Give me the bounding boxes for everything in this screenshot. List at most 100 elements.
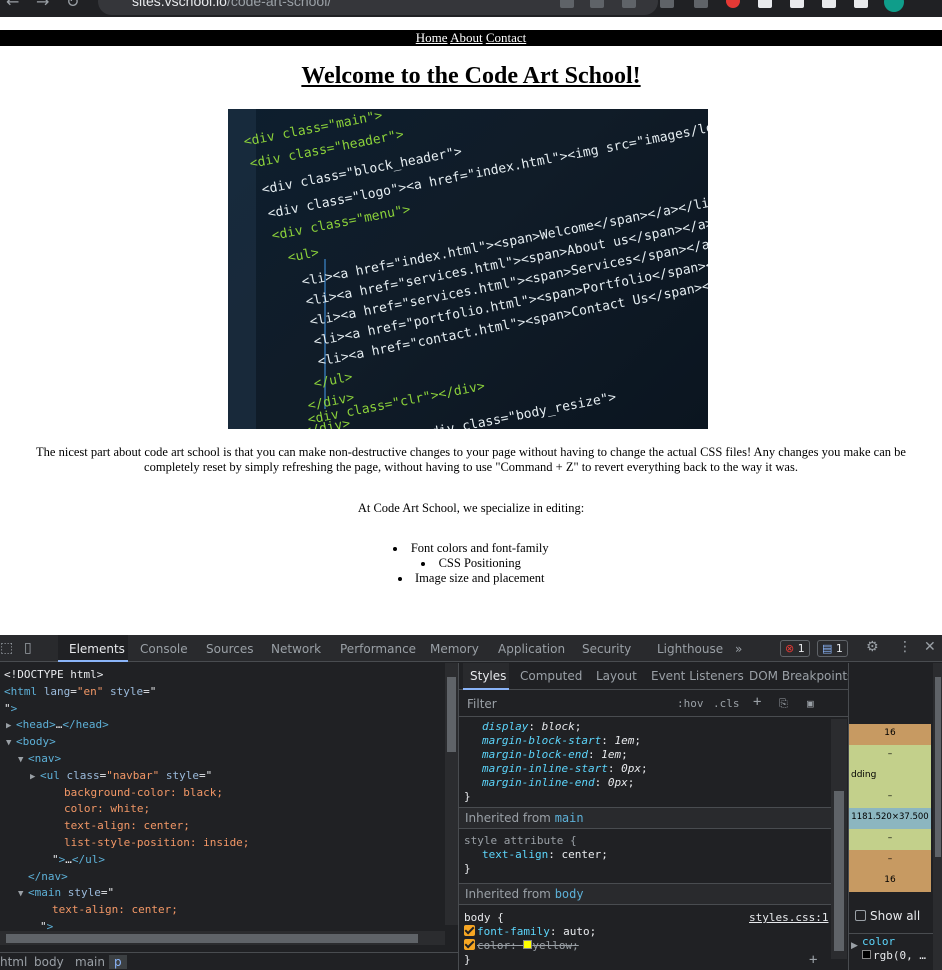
styles-scroll-thumb[interactable] — [834, 791, 844, 951]
media-icon[interactable] — [822, 0, 836, 8]
messages-badge[interactable]: ▤ 1 — [817, 640, 848, 657]
css-declaration[interactable]: color: yellow; — [464, 939, 579, 953]
tab-memory[interactable]: Memory — [430, 642, 479, 656]
box-model-pane: 16 – dding – 1181.520×37.500 – – 16 Show… — [848, 663, 942, 970]
source-link[interactable]: styles.css:1 — [749, 911, 828, 925]
address-bar[interactable]: sites.vschool.io/code-art-school/ — [98, 0, 658, 15]
hov-toggle[interactable]: :hov — [677, 697, 704, 710]
collapse-arrow-icon[interactable]: ▼ — [18, 752, 23, 769]
rule-close-brace: } — [464, 790, 471, 803]
dom-horizontal-thumb[interactable] — [6, 934, 418, 943]
tab-console[interactable]: Console — [140, 642, 188, 656]
sidepanel-icon[interactable] — [854, 0, 868, 8]
dom-node-line[interactable]: color: white; — [64, 801, 150, 818]
extension-icon[interactable] — [660, 0, 674, 8]
dom-node-line[interactable]: text-align: center; — [52, 902, 178, 919]
tab-network[interactable]: Network — [271, 642, 321, 656]
nav-home-link[interactable]: Home — [416, 30, 448, 45]
dom-scrollbar[interactable] — [445, 663, 458, 925]
extension-icon[interactable] — [758, 0, 772, 8]
back-icon[interactable]: ← — [6, 0, 19, 11]
dom-horizontal-scrollbar[interactable] — [0, 931, 445, 945]
css-declaration[interactable]: font-family: auto; — [464, 925, 596, 939]
dom-token: lang — [37, 684, 71, 698]
tab-elements[interactable]: Elements — [69, 642, 125, 656]
box-model-scroll-thumb[interactable] — [935, 677, 941, 857]
breadcrumb-main[interactable]: main — [75, 955, 105, 969]
tab-event-listeners[interactable]: Event Listeners — [651, 669, 744, 683]
device-toolbar-icon[interactable]: ▯ — [24, 640, 32, 656]
breadcrumb-html[interactable]: html — [0, 955, 27, 969]
kebab-menu-icon[interactable]: ⋮ — [898, 639, 912, 655]
dom-node-line[interactable]: ▶ <ul class="navbar" style=" — [30, 768, 213, 785]
extension-icon[interactable] — [726, 0, 740, 8]
avatar[interactable] — [884, 0, 904, 12]
dom-node-line[interactable]: ▼ <main style=" — [18, 885, 114, 902]
dom-node-line[interactable]: ▼ <body> — [6, 734, 56, 751]
dom-node-line[interactable]: text-align: center; — [64, 818, 190, 835]
dom-node-line[interactable]: ▶ <head>…</head> — [6, 717, 109, 734]
paint-icon[interactable]: ⎘ — [779, 697, 788, 711]
more-tabs-button[interactable]: » — [735, 642, 742, 656]
styles-scrollbar[interactable] — [831, 719, 847, 959]
inherited-element-body[interactable]: body — [555, 887, 584, 901]
extension-icon[interactable] — [694, 0, 708, 8]
dom-node-line[interactable]: list-style-position: inside; — [64, 835, 249, 852]
nav-contact-link[interactable]: Contact — [486, 30, 526, 45]
forward-icon[interactable]: → — [36, 0, 49, 11]
inherited-element-main[interactable]: main — [555, 811, 584, 825]
dom-node-line[interactable]: ▼ <nav> — [18, 751, 61, 768]
dom-scroll-thumb[interactable] — [447, 677, 456, 752]
collapse-arrow-icon[interactable]: ▼ — [6, 735, 11, 752]
declaration-checkbox[interactable] — [464, 939, 475, 950]
declaration-checkbox[interactable] — [464, 925, 475, 936]
tab-security[interactable]: Security — [582, 642, 631, 656]
dom-node-line[interactable]: background-color: black; — [64, 785, 223, 802]
cls-toggle[interactable]: .cls — [713, 697, 740, 710]
breadcrumb-body[interactable]: body — [34, 955, 64, 969]
tab-sources[interactable]: Sources — [206, 642, 253, 656]
collapse-arrow-icon[interactable]: ▼ — [18, 886, 23, 903]
css-declaration[interactable]: text-align: center; — [482, 848, 608, 862]
star-icon[interactable] — [622, 0, 636, 8]
tab-layout[interactable]: Layout — [596, 669, 637, 683]
expand-arrow-icon[interactable]: ▶ — [851, 941, 858, 951]
show-all-toggle[interactable]: Show all — [855, 909, 920, 923]
dom-token: list-style-position: inside; — [64, 836, 250, 849]
tab-computed[interactable]: Computed — [520, 669, 582, 683]
reload-icon[interactable]: ↻ — [66, 0, 79, 11]
tab-lighthouse[interactable]: Lighthouse — [657, 642, 723, 656]
expand-arrow-icon[interactable]: ▶ — [30, 769, 35, 786]
gear-icon[interactable]: ⚙ — [866, 639, 879, 655]
add-declaration-icon[interactable]: + — [809, 953, 817, 967]
sidebar-toggle-icon[interactable]: ▣ — [807, 697, 814, 710]
tab-dom-breakpoints[interactable]: DOM Breakpoints — [749, 669, 853, 683]
color-swatch[interactable] — [862, 950, 871, 959]
share-icon[interactable] — [590, 0, 604, 8]
search-icon[interactable] — [560, 0, 574, 8]
styles-filter-input[interactable] — [463, 694, 663, 714]
expand-arrow-icon[interactable]: ▶ — [6, 718, 11, 735]
tab-styles[interactable]: Styles — [470, 669, 506, 683]
breadcrumb-p[interactable]: p — [109, 955, 127, 969]
inspect-icon[interactable]: ⬚ — [0, 640, 13, 656]
tab-performance[interactable]: Performance — [340, 642, 416, 656]
dom-token: " — [4, 701, 11, 715]
dom-token: =" — [198, 768, 213, 782]
nav-about-link[interactable]: About — [450, 30, 483, 45]
url-text[interactable]: sites.vschool.io/code-art-school/ — [132, 0, 331, 9]
computed-color-property[interactable]: color — [862, 935, 895, 949]
dom-node-line[interactable]: <html lang="en" style=" — [4, 684, 156, 701]
box-model-scrollbar[interactable] — [933, 663, 942, 970]
rule-close-brace: } — [464, 953, 471, 966]
error-badge[interactable]: ⊗ 1 — [780, 640, 810, 657]
dom-node-line[interactable]: "> — [4, 701, 17, 718]
tab-application[interactable]: Application — [498, 642, 565, 656]
close-icon[interactable]: ✕ — [924, 639, 936, 655]
show-all-checkbox[interactable] — [855, 910, 866, 921]
puzzle-icon[interactable] — [790, 0, 804, 8]
new-rule-icon[interactable]: + — [753, 694, 761, 710]
dom-node-line[interactable]: </nav> — [28, 869, 68, 886]
dom-node-line[interactable]: ">…</ul> — [52, 852, 105, 869]
dom-node-line[interactable]: <!DOCTYPE html> — [4, 667, 103, 684]
